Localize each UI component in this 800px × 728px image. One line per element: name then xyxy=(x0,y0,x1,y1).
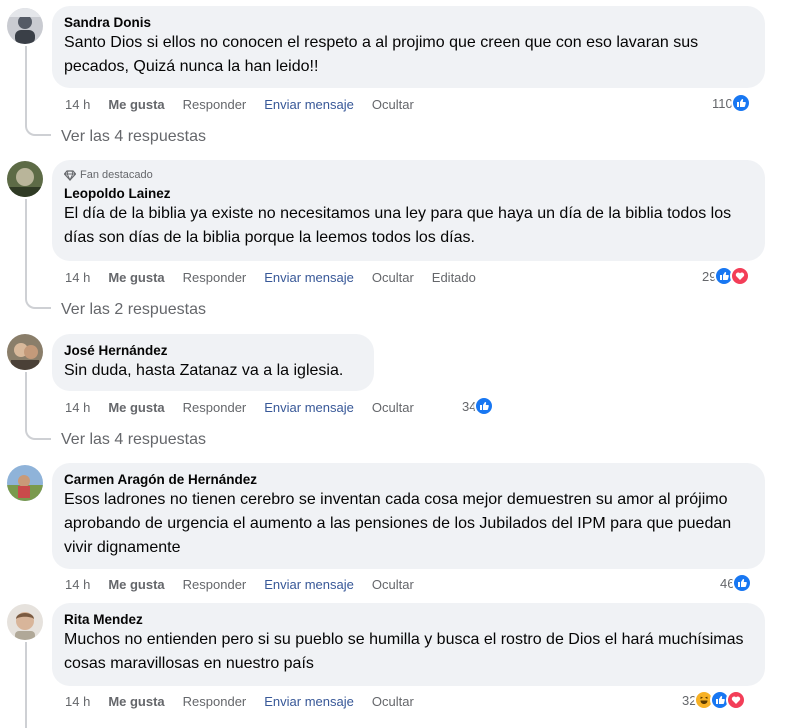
thread-connector xyxy=(25,428,51,440)
comment-time[interactable]: 14 h xyxy=(65,400,90,415)
comment-actions: 14 h Me gusta Responder Enviar mensaje O… xyxy=(65,692,432,710)
love-reaction-icon xyxy=(730,266,751,286)
reply-button[interactable]: Responder xyxy=(183,97,247,112)
send-message-button[interactable]: Enviar mensaje xyxy=(264,694,354,709)
reaction-summary[interactable]: 29 xyxy=(702,266,751,286)
comment-time[interactable]: 14 h xyxy=(65,577,90,592)
thread-line xyxy=(25,46,27,126)
thread-connector xyxy=(25,297,51,309)
comment-text: Muchos no entienden pero si su pueblo se… xyxy=(64,631,744,672)
send-message-button[interactable]: Enviar mensaje xyxy=(264,270,354,285)
like-reaction-icon xyxy=(474,396,495,416)
thread-connector xyxy=(25,124,51,136)
edited-label[interactable]: Editado xyxy=(432,270,476,285)
comment-bubble: Carmen Aragón de Hernández Esos ladrones… xyxy=(52,463,765,569)
thread-line xyxy=(25,199,27,299)
like-button[interactable]: Me gusta xyxy=(108,400,164,415)
hide-button[interactable]: Ocultar xyxy=(372,577,414,592)
comment-bubble: Rita Mendez Muchos no entienden pero si … xyxy=(52,603,765,686)
send-message-button[interactable]: Enviar mensaje xyxy=(264,400,354,415)
comment-text: Santo Dios si ellos no conocen el respet… xyxy=(64,34,699,75)
comment-actions: 14 h Me gusta Responder Enviar mensaje O… xyxy=(65,575,432,593)
comment-text: Sin duda, hasta Zatanaz va a la iglesia. xyxy=(64,362,344,379)
comment-bubble: Fan destacado Leopoldo Lainez El día de … xyxy=(52,160,765,261)
like-button[interactable]: Me gusta xyxy=(108,577,164,592)
hide-button[interactable]: Ocultar xyxy=(372,270,414,285)
like-button[interactable]: Me gusta xyxy=(108,270,164,285)
comment-time[interactable]: 14 h xyxy=(65,97,90,112)
comment-bubble: José Hernández Sin duda, hasta Zatanaz v… xyxy=(52,334,374,391)
comment-time[interactable]: 14 h xyxy=(65,694,90,709)
like-reaction-icon xyxy=(732,573,753,593)
hide-button[interactable]: Ocultar xyxy=(372,97,414,112)
comment-time[interactable]: 14 h xyxy=(65,270,90,285)
love-reaction-icon xyxy=(726,690,747,710)
like-reaction-icon xyxy=(730,93,751,113)
hide-button[interactable]: Ocultar xyxy=(372,400,414,415)
hide-button[interactable]: Ocultar xyxy=(372,694,414,709)
like-button[interactable]: Me gusta xyxy=(108,694,164,709)
reply-button[interactable]: Responder xyxy=(183,400,247,415)
thread-line xyxy=(25,372,27,430)
reaction-summary[interactable]: 32 xyxy=(682,690,747,710)
reaction-summary[interactable]: 46 xyxy=(720,573,753,593)
reaction-summary[interactable]: 34 xyxy=(462,396,495,416)
send-message-button[interactable]: Enviar mensaje xyxy=(264,577,354,592)
comment-author[interactable]: Carmen Aragón de Hernández xyxy=(64,471,753,488)
reply-button[interactable]: Responder xyxy=(183,270,247,285)
reaction-count: 110 xyxy=(712,95,733,111)
comment-author[interactable]: José Hernández xyxy=(64,342,362,359)
comment-author[interactable]: Sandra Donis xyxy=(64,14,753,31)
comment-text: Esos ladrones no tienen cerebro se inven… xyxy=(64,491,732,556)
avatar[interactable] xyxy=(7,465,43,501)
avatar[interactable] xyxy=(7,161,43,197)
badge-label: Fan destacado xyxy=(80,169,153,181)
view-replies-link[interactable]: Ver las 2 respuestas xyxy=(61,300,206,320)
comment-actions: 14 h Me gusta Responder Enviar mensaje O… xyxy=(65,268,494,286)
avatar[interactable] xyxy=(7,604,43,640)
thread-line xyxy=(25,642,27,728)
reaction-summary[interactable]: 110 xyxy=(712,93,751,113)
view-replies-link[interactable]: Ver las 4 respuestas xyxy=(61,430,206,450)
reply-button[interactable]: Responder xyxy=(183,577,247,592)
avatar[interactable] xyxy=(7,8,43,44)
comment-actions: 14 h Me gusta Responder Enviar mensaje O… xyxy=(65,398,432,416)
avatar[interactable] xyxy=(7,334,43,370)
diamond-icon xyxy=(64,170,76,181)
send-message-button[interactable]: Enviar mensaje xyxy=(264,97,354,112)
top-fan-badge: Fan destacado xyxy=(64,168,753,183)
comment-author[interactable]: Leopoldo Lainez xyxy=(64,185,753,202)
view-replies-link[interactable]: Ver las 4 respuestas xyxy=(61,127,206,147)
comment-actions: 14 h Me gusta Responder Enviar mensaje O… xyxy=(65,95,432,113)
comment-text: El día de la biblia ya existe no necesit… xyxy=(64,205,732,246)
like-button[interactable]: Me gusta xyxy=(108,97,164,112)
reply-button[interactable]: Responder xyxy=(183,694,247,709)
comment-author[interactable]: Rita Mendez xyxy=(64,611,753,628)
comment-bubble: Sandra Donis Santo Dios si ellos no cono… xyxy=(52,6,765,88)
